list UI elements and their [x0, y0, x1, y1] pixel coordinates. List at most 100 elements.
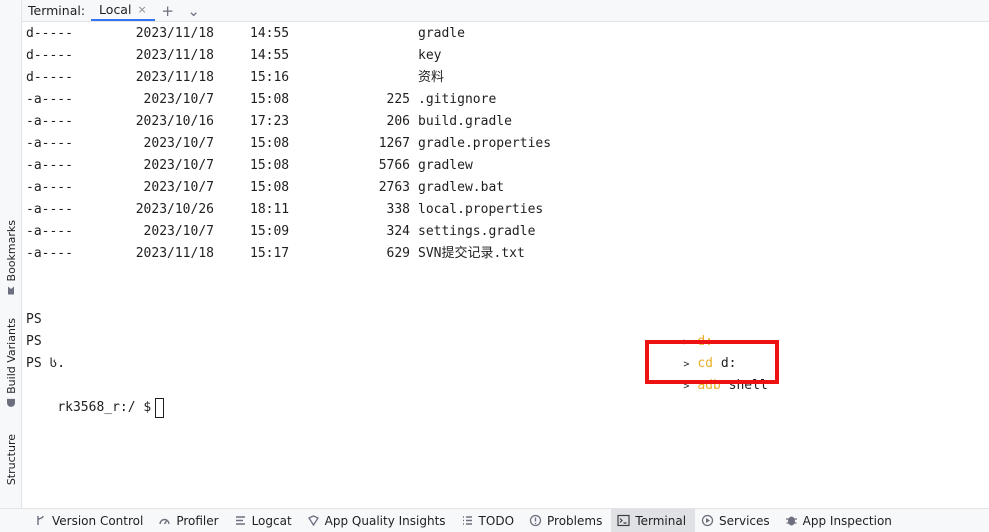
row-time: 15:09 — [250, 224, 290, 239]
sidebar-item-label: Structure — [4, 434, 18, 486]
row-date: 2023/10/26 — [135, 202, 214, 217]
row-mode: -a---- — [26, 224, 73, 239]
row-time: 18:11 — [250, 202, 290, 217]
row-name: gradlew.bat — [418, 180, 505, 195]
bottom-tool-bar: Version Control Profiler Logcat App Qual… — [0, 508, 989, 532]
tool-label: Terminal — [635, 513, 687, 528]
sidebar-item-build-variants[interactable]: Build Variants — [0, 315, 22, 410]
tool-label: App Inspection — [802, 513, 892, 528]
row-time: 15:08 — [250, 92, 290, 107]
row-length: 5766 — [378, 158, 410, 173]
row-name: .gitignore — [418, 92, 497, 107]
prompt-line: PS — [26, 312, 42, 327]
left-tool-stripe: Bookmarks Build Variants Structure — [0, 0, 22, 508]
row-time: 14:55 — [250, 48, 290, 63]
row-mode: d----- — [26, 48, 73, 63]
sidebar-item-structure[interactable]: Structure — [0, 425, 22, 495]
row-length: 324 — [386, 224, 410, 239]
row-date: 2023/10/7 — [143, 136, 214, 151]
terminal-header: Terminal: Local × + ⌄ — [22, 0, 989, 22]
tool-logcat[interactable]: Logcat — [228, 509, 301, 532]
row-name: 资料 — [418, 70, 445, 85]
row-date: 2023/11/18 — [135, 70, 214, 85]
services-icon — [701, 514, 714, 527]
logcat-icon — [235, 516, 245, 525]
row-mode: d----- — [26, 26, 73, 41]
row-time: 15:08 — [250, 180, 290, 195]
tool-problems[interactable]: Problems — [523, 509, 611, 532]
tab-local[interactable]: Local × — [91, 0, 155, 21]
sidebar-item-label: Bookmarks — [4, 220, 18, 282]
tab-label: Local — [99, 2, 132, 17]
sidebar-item-label: Build Variants — [4, 317, 18, 394]
prompt-line: PS — [26, 334, 42, 349]
tool-todo[interactable]: TODO — [455, 509, 523, 532]
tool-label: App Quality Insights — [324, 513, 446, 528]
row-mode: -a---- — [26, 114, 73, 129]
row-date: 2023/10/7 — [143, 158, 214, 173]
row-time: 15:17 — [250, 246, 290, 261]
row-length: 1267 — [378, 136, 410, 151]
close-icon[interactable]: × — [137, 3, 146, 16]
tool-label: Problems — [547, 513, 603, 528]
sidebar-item-bookmarks[interactable]: Bookmarks — [0, 218, 22, 298]
row-time: 14:55 — [250, 26, 290, 41]
row-mode: d----- — [26, 70, 73, 85]
command-line: > d: — [652, 309, 713, 349]
problems-icon — [529, 514, 542, 527]
row-name: local.properties — [418, 202, 544, 217]
row-length: 629 — [386, 246, 410, 261]
tool-label: Services — [719, 513, 770, 528]
tool-app-inspection[interactable]: App Inspection — [779, 509, 901, 532]
row-mode: -a---- — [26, 202, 73, 217]
shell-prompt-text: rk3568_r:/ $ — [57, 400, 152, 415]
tool-label: Logcat — [251, 513, 292, 528]
row-date: 2023/10/16 — [135, 114, 214, 129]
tool-label: Version Control — [52, 513, 144, 528]
row-name: settings.gradle — [418, 224, 536, 239]
tool-terminal[interactable]: Terminal — [611, 509, 696, 532]
row-time: 15:08 — [250, 136, 290, 151]
chevron-down-icon[interactable]: ⌄ — [181, 0, 207, 21]
terminal-output[interactable]: d----- 2023/11/18 14:55 gradle d----- 2023/11… — [22, 23, 989, 508]
terminal-title: Terminal: — [28, 3, 86, 18]
row-time: 15:16 — [250, 70, 290, 85]
app-quality-icon — [307, 515, 319, 527]
row-name: gradlew — [418, 158, 473, 173]
row-length: 338 — [386, 202, 410, 217]
highlight-box — [645, 340, 779, 384]
prompt-line: PS ს. — [26, 356, 66, 371]
row-date: 2023/11/18 — [135, 246, 214, 261]
row-date: 2023/11/18 — [135, 26, 214, 41]
row-name: build.gradle — [418, 114, 512, 129]
add-tab-button[interactable]: + — [155, 0, 181, 21]
row-mode: -a---- — [26, 92, 73, 107]
row-time: 17:23 — [250, 114, 290, 129]
row-name: gradle — [418, 26, 465, 41]
row-name: gradle.properties — [418, 136, 552, 151]
tool-services[interactable]: Services — [695, 509, 779, 532]
tool-version-control[interactable]: Version Control — [28, 509, 152, 532]
row-mode: -a---- — [26, 246, 73, 261]
android-icon — [7, 398, 15, 407]
row-time: 15:08 — [250, 158, 290, 173]
app-inspection-icon — [785, 516, 797, 526]
todo-icon — [462, 516, 472, 525]
shell-prompt: rk3568_r:/ $ — [26, 375, 165, 418]
tool-profiler[interactable]: Profiler — [152, 509, 227, 532]
row-date: 2023/10/7 — [143, 92, 214, 107]
terminal-icon — [617, 514, 630, 527]
row-name: SVN提交记录.txt — [418, 246, 525, 261]
row-mode: -a---- — [26, 158, 73, 173]
tool-label: Profiler — [176, 513, 219, 528]
version-control-icon — [37, 515, 44, 525]
row-date: 2023/10/7 — [143, 180, 214, 195]
row-name: key — [418, 48, 442, 63]
row-date: 2023/10/7 — [143, 224, 214, 239]
row-date: 2023/11/18 — [135, 48, 214, 63]
bookmark-icon — [8, 286, 14, 295]
tool-label: TODO — [478, 513, 515, 528]
row-mode: -a---- — [26, 180, 73, 195]
tool-app-quality-insights[interactable]: App Quality Insights — [301, 509, 455, 532]
row-length: 225 — [386, 92, 410, 107]
